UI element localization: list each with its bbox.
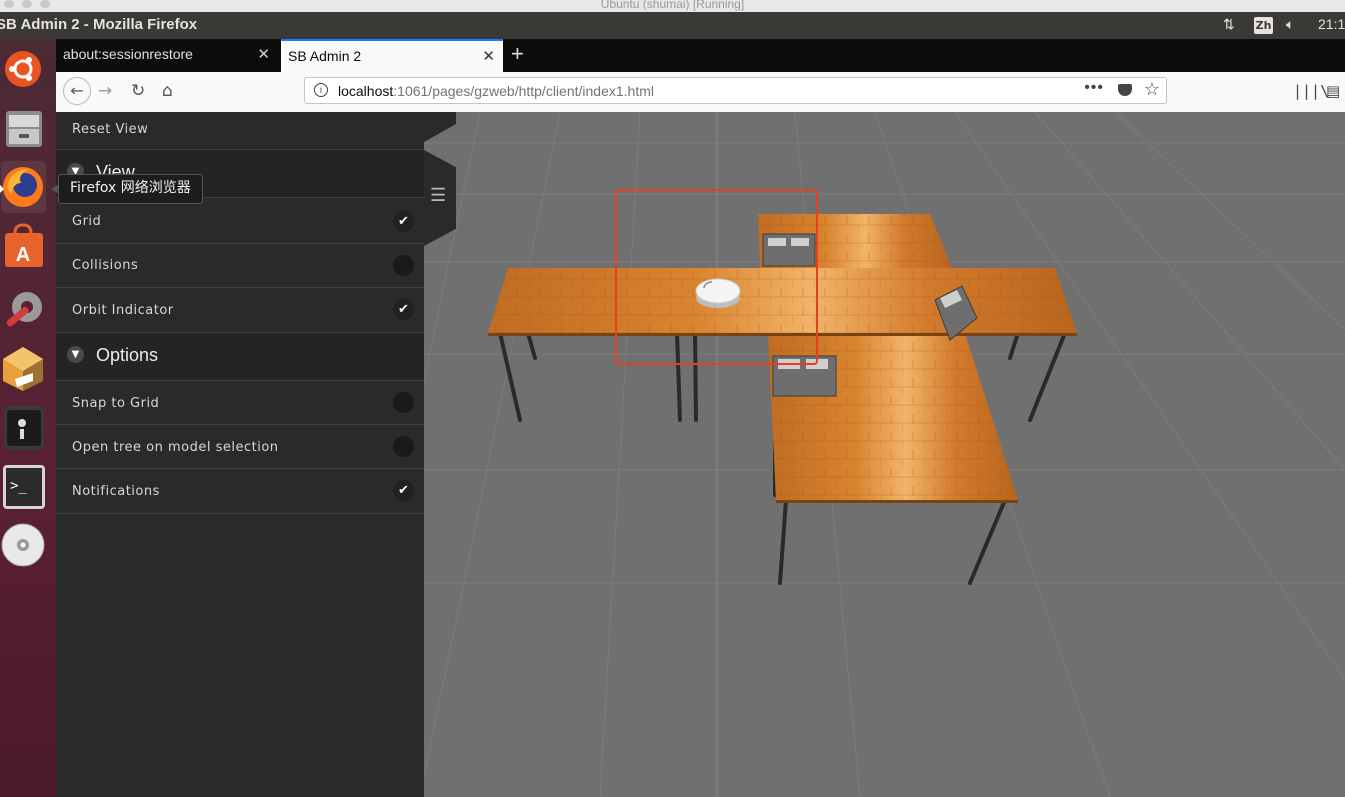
tab-bar: about:sessionrestore ✕ SB Admin 2 ✕ +: [56, 39, 1345, 72]
open-tree-toggle-icon[interactable]: [393, 436, 414, 457]
notifications-check-icon[interactable]: ✔: [393, 480, 414, 501]
clock[interactable]: 21:1: [1318, 16, 1345, 32]
reload-icon[interactable]: ↻: [131, 81, 145, 101]
orbit-indicator-label: Orbit Indicator: [72, 303, 174, 318]
software-center-icon[interactable]: A: [1, 221, 46, 273]
dvd-icon[interactable]: [1, 519, 46, 571]
chevron-down-icon: ▼: [67, 346, 84, 363]
tab-label: SB Admin 2: [288, 48, 362, 64]
url-host: localhost: [338, 83, 394, 99]
system-settings-icon[interactable]: [1, 281, 46, 333]
launcher-tooltip: Firefox 网络浏览器: [51, 174, 203, 204]
sidebar-toggle-icon[interactable]: ▤: [1326, 82, 1340, 100]
vm-title: Ubuntu (shumai) [Running]: [600, 0, 745, 11]
virtualbox-icon[interactable]: [1, 341, 46, 393]
close-tab-icon[interactable]: ✕: [482, 47, 495, 65]
snap-to-grid-label: Snap to Grid: [72, 396, 160, 411]
tab-label: about:sessionrestore: [63, 46, 193, 62]
snap-to-grid-toggle-row[interactable]: Snap to Grid: [56, 381, 424, 425]
grid-label: Grid: [72, 214, 102, 229]
grid-toggle-row[interactable]: Grid ✔: [56, 200, 424, 244]
tab-sb-admin[interactable]: SB Admin 2 ✕: [281, 39, 503, 72]
options-section-header[interactable]: ▼ Options: [56, 333, 424, 381]
new-tab-icon[interactable]: +: [511, 41, 524, 67]
ubuntu-top-panel: SB Admin 2 - Mozilla Firefox ⇅ Zh 🔈︎ 21:…: [0, 12, 1345, 39]
open-tree-toggle-row[interactable]: Open tree on model selection: [56, 425, 424, 469]
tree-icon[interactable]: ☰: [430, 185, 446, 206]
library-icon[interactable]: |||\: [1293, 82, 1329, 100]
gzweb-sidebar: Reset View ▼ View Grid ✔ Collisions Orbi…: [56, 112, 424, 797]
site-info-icon[interactable]: i: [314, 83, 328, 97]
reset-view-item[interactable]: Reset View: [56, 112, 424, 150]
home-icon[interactable]: ⌂: [162, 81, 173, 101]
collisions-label: Collisions: [72, 258, 139, 273]
grid-check-icon[interactable]: ✔: [393, 211, 414, 232]
notifications-label: Notifications: [72, 484, 160, 499]
volume-icon[interactable]: 🔈︎: [1286, 16, 1294, 33]
firefox-icon[interactable]: [0, 161, 46, 213]
options-section-label: Options: [96, 345, 159, 365]
vm-title-bar: Ubuntu (shumai) [Running]: [0, 0, 1345, 12]
network-transfer-icon[interactable]: ⇅: [1223, 16, 1235, 33]
svg-text:>_: >_: [10, 478, 27, 494]
pocket-icon[interactable]: [1118, 84, 1132, 96]
ubuntu-dash-icon[interactable]: [1, 42, 46, 94]
input-method-indicator[interactable]: Zh: [1254, 17, 1273, 34]
url-path: :1061/pages/gzweb/http/client/index1.htm…: [393, 83, 654, 99]
robot-disc: [695, 278, 741, 308]
window-title: SB Admin 2 - Mozilla Firefox: [0, 16, 198, 33]
bookmark-star-icon[interactable]: ☆: [1144, 79, 1160, 100]
collisions-toggle-icon[interactable]: [393, 255, 414, 276]
navigation-bar: ← → ↻ ⌂ i localhost:1061/pages/gzweb/htt…: [56, 72, 1345, 113]
url-bar[interactable]: i localhost:1061/pages/gzweb/http/client…: [304, 77, 1167, 104]
back-icon[interactable]: ←: [63, 77, 91, 105]
collisions-toggle-row[interactable]: Collisions: [56, 244, 424, 288]
page-actions-icon[interactable]: •••: [1084, 79, 1104, 97]
open-tree-label: Open tree on model selection: [72, 440, 279, 455]
notifications-toggle-row[interactable]: Notifications ✔: [56, 469, 424, 514]
orbit-indicator-toggle-row[interactable]: Orbit Indicator ✔: [56, 288, 424, 333]
files-icon[interactable]: [1, 101, 46, 153]
tab-sessionrestore[interactable]: about:sessionrestore ✕: [56, 39, 278, 72]
forward-icon[interactable]: →: [98, 81, 112, 101]
terminal-icon[interactable]: >_: [1, 461, 46, 513]
svg-text:A: A: [16, 244, 30, 266]
close-tab-icon[interactable]: ✕: [257, 45, 270, 63]
snap-to-grid-toggle-icon[interactable]: [393, 392, 414, 413]
orbit-indicator-check-icon[interactable]: ✔: [393, 299, 414, 320]
reset-view-label: Reset View: [72, 122, 149, 137]
disk-icon[interactable]: [1, 401, 46, 453]
ubuntu-launcher: A >_: [0, 39, 57, 797]
